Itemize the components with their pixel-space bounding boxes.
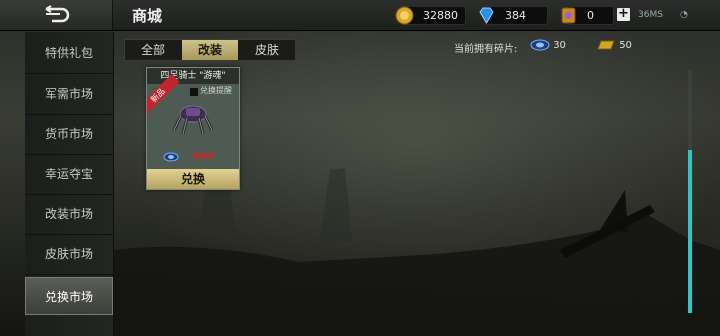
shard-label: 当前拥有碎片:	[454, 44, 518, 55]
back-arrow-icon	[45, 5, 70, 23]
blue-shard-counter: 30	[530, 38, 566, 54]
item-name: 四足骑士 "游魂"	[147, 68, 239, 84]
sidebar-item-military-market[interactable]: 军需市场	[25, 74, 113, 115]
ticket-counter: 0	[561, 6, 614, 25]
wifi-icon: ◔	[680, 10, 688, 20]
gold-shard-counter: 50	[596, 38, 632, 54]
tab-mod[interactable]: 改装	[182, 40, 238, 60]
quadruped-mech-icon	[172, 105, 214, 135]
ticket-icon	[561, 7, 576, 24]
sidebar-item-special-pack[interactable]: 特供礼包	[25, 33, 113, 74]
tab-skin[interactable]: 皮肤	[239, 40, 295, 60]
sidebar-item-exchange-market[interactable]: 兑换市场	[25, 277, 113, 315]
add-currency-button[interactable]: +	[617, 7, 630, 21]
network-latency: 36MS	[638, 10, 663, 20]
page-title: 商城	[132, 7, 163, 25]
gold-shard-icon	[597, 40, 615, 50]
blue-shard-price-icon	[163, 152, 179, 162]
sidebar-item-skin-market[interactable]: 皮肤市场	[25, 234, 113, 275]
sidebar-item-currency-market[interactable]: 货币市场	[25, 114, 113, 155]
top-bar: 商城 32880 384 0 + 36MS ◔	[0, 0, 720, 31]
sidebar-item-mod-market[interactable]: 改装市场	[25, 194, 113, 235]
item-price: 600	[193, 151, 214, 162]
category-tabs: 全部 改装 皮肤	[124, 39, 296, 61]
redeem-button[interactable]: 兑换	[147, 169, 239, 189]
diamond-icon	[479, 7, 494, 24]
gold-coin-counter: 32880	[395, 6, 466, 25]
sidebar: 特供礼包 军需市场 货币市场 幸运夺宝 改装市场 皮肤市场 兑换市场	[25, 32, 114, 336]
sidebar-item-lucky-draw[interactable]: 幸运夺宝	[25, 154, 113, 195]
gold-coin-icon	[395, 6, 414, 25]
diamond-counter: 384	[479, 6, 548, 25]
item-card[interactable]: 四足骑士 "游魂" 新品 兑换提醒 600 兑换	[146, 67, 240, 190]
back-button[interactable]	[0, 0, 113, 30]
scrollbar-thumb[interactable]	[688, 150, 692, 313]
tab-all[interactable]: 全部	[125, 40, 181, 60]
redeem-reminder-checkbox[interactable]	[189, 87, 199, 97]
redeem-reminder-label: 兑换提醒	[200, 86, 232, 95]
blue-shard-icon	[530, 39, 550, 51]
